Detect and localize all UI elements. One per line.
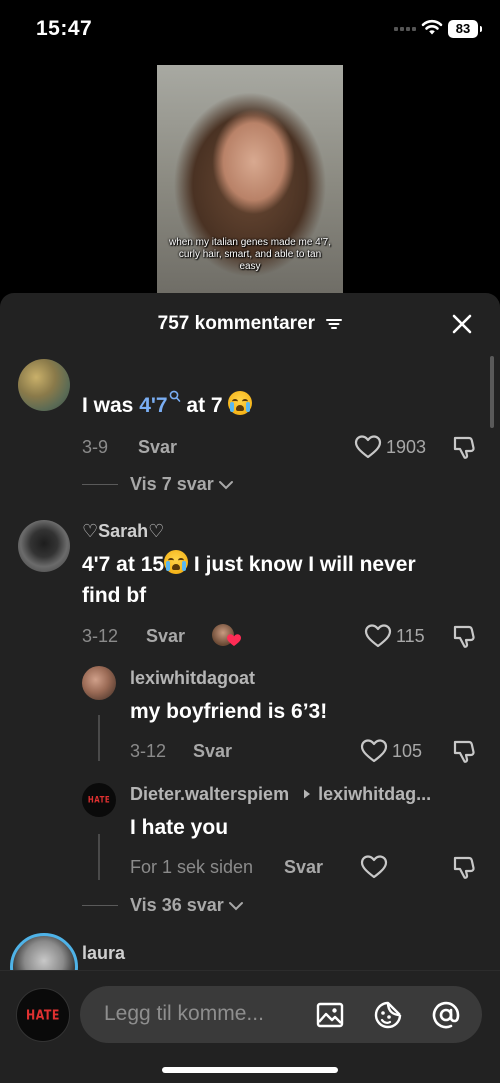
sort-icon[interactable] — [326, 317, 343, 331]
hate-logo: HATE — [26, 1007, 60, 1023]
dislike-icon[interactable] — [452, 854, 478, 880]
comment-username[interactable]: ♡Sarah♡ — [82, 521, 164, 542]
scrollbar[interactable] — [490, 356, 494, 428]
thread-line — [98, 715, 100, 761]
heart-icon[interactable] — [360, 854, 388, 880]
mention-icon[interactable] — [430, 999, 462, 1031]
like-button[interactable]: 1903 — [354, 434, 426, 460]
reply-author[interactable]: Dieter.walterspiem — [130, 784, 289, 804]
reply-button[interactable]: Svar — [284, 857, 323, 878]
crying-emoji — [164, 550, 189, 574]
comments-count: 757 kommentarer — [157, 313, 316, 334]
my-avatar[interactable]: HATE — [16, 988, 70, 1042]
reply-text: I hate you — [130, 816, 229, 839]
like-button[interactable]: 105 — [360, 738, 422, 764]
dislike-icon[interactable] — [452, 623, 478, 649]
avatar[interactable] — [18, 520, 70, 572]
status-time: 15:47 — [36, 17, 93, 40]
chevron-down-icon — [228, 901, 243, 910]
reply-button[interactable]: Svar — [138, 437, 177, 458]
comment-input-placeholder: Legg til komme... — [104, 1002, 264, 1025]
reply-text: my boyfriend is 6’3! — [130, 700, 328, 723]
reply-button[interactable]: Svar — [193, 741, 232, 762]
heart-icon — [364, 624, 392, 648]
like-count: 105 — [392, 740, 423, 761]
close-icon[interactable] — [448, 310, 476, 338]
hate-logo: HATE — [87, 795, 111, 805]
sheet-header: 757 kommentarer — [0, 293, 500, 353]
comments-count-title[interactable]: 757 kommentarer — [0, 313, 500, 335]
avatar[interactable] — [18, 359, 70, 411]
chevron-down-icon — [218, 480, 233, 489]
avatar[interactable] — [82, 666, 116, 700]
emoji-icon[interactable] — [372, 999, 404, 1031]
signal-icon — [394, 27, 416, 31]
like-count: 115 — [396, 625, 425, 646]
like-count: 1903 — [386, 436, 427, 457]
view-replies-button[interactable]: Vis 7 svar — [82, 474, 234, 495]
comment-text: I was 4'7 at 7 — [82, 390, 253, 421]
dislike-icon[interactable] — [452, 434, 478, 460]
status-bar: 15:47 83 — [0, 0, 500, 60]
comment-text: 4'7 at 15 I just know I will never find … — [82, 549, 416, 611]
wifi-icon — [421, 19, 443, 35]
comment-username[interactable]: laura — [82, 943, 125, 964]
battery-icon: 83 — [448, 20, 482, 38]
video-preview[interactable]: when my italian genes made me 4'7, curly… — [157, 65, 343, 295]
reply-date: 3-12 — [130, 741, 167, 761]
like-button[interactable]: 115 — [364, 623, 425, 649]
comment-input-bar: HATE Legg til komme... — [0, 970, 500, 1083]
crying-emoji — [228, 391, 253, 415]
reply-arrow-icon — [304, 789, 311, 799]
comments-sheet: 757 kommentarer I was 4'7 at 7 3-9 Svar … — [0, 293, 500, 1083]
reply-button[interactable]: Svar — [146, 626, 185, 647]
heart-icon — [227, 634, 241, 646]
video-caption: when my italian genes made me 4'7, curly… — [169, 237, 331, 272]
dislike-icon[interactable] — [452, 738, 478, 764]
comment-date: 3-9 — [82, 437, 109, 457]
heart-icon — [360, 739, 388, 763]
search-icon — [169, 390, 180, 402]
avatar[interactable]: HATE — [82, 783, 116, 817]
thread-line — [98, 834, 100, 880]
creator-liked-badge — [212, 624, 242, 648]
heart-icon — [354, 435, 382, 459]
view-replies-button[interactable]: Vis 36 svar — [82, 895, 244, 916]
reply-username[interactable]: lexiwhitdagoat — [130, 668, 255, 689]
image-icon[interactable] — [314, 999, 346, 1031]
reply-date: For 1 sek siden — [130, 857, 254, 877]
comment-date: 3-12 — [82, 626, 119, 646]
reply-to-username[interactable]: lexiwhitdag... — [318, 784, 431, 804]
reply-username: Dieter.walterspiem lexiwhitdag... — [130, 784, 431, 805]
home-indicator[interactable] — [162, 1067, 338, 1073]
hashtag-link[interactable]: 4'7 — [139, 390, 180, 417]
comment-input[interactable]: Legg til komme... — [80, 986, 482, 1043]
